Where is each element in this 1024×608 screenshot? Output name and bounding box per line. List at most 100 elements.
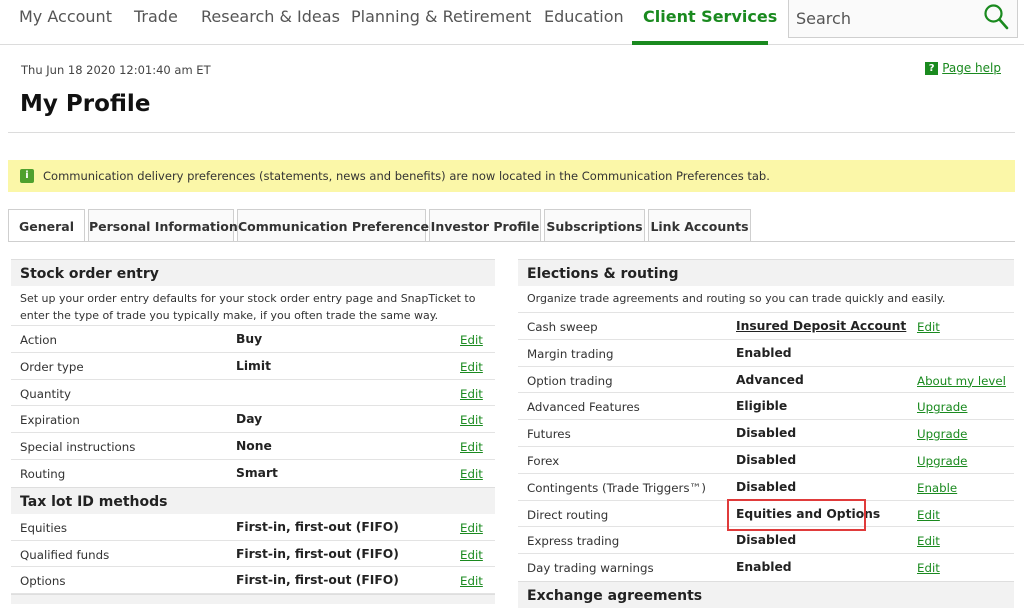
row-label: Direct routing bbox=[527, 507, 609, 522]
edit-link[interactable]: Edit bbox=[460, 521, 483, 535]
row-label: Special instructions bbox=[20, 440, 136, 455]
nav-my-account[interactable]: My Account bbox=[19, 0, 112, 45]
row-label: Margin trading bbox=[527, 346, 614, 361]
row-value: First-in, first-out (FIFO) bbox=[236, 519, 399, 534]
row-value: Advanced bbox=[736, 372, 804, 387]
search-input[interactable] bbox=[789, 0, 979, 36]
row-value: Disabled bbox=[736, 426, 797, 441]
edit-link[interactable]: Edit bbox=[460, 387, 483, 401]
left-panel: Stock order entry Set up your order entr… bbox=[11, 259, 495, 605]
section-title-elections-routing: Elections & routing bbox=[518, 259, 1014, 286]
table-row: Special instructions None Edit bbox=[11, 433, 495, 460]
table-row: Expiration Day Edit bbox=[11, 406, 495, 434]
table-row: Advanced Features Eligible Upgrade bbox=[518, 393, 1014, 421]
edit-link[interactable]: Edit bbox=[460, 574, 483, 588]
nav-client-services[interactable]: Client Services bbox=[643, 0, 777, 45]
section-description: Set up your order entry defaults for you… bbox=[11, 286, 495, 326]
row-label: Qualified funds bbox=[20, 547, 110, 562]
table-row: Express trading Disabled Edit bbox=[518, 527, 1014, 555]
search-icon[interactable] bbox=[983, 3, 1009, 31]
tab-general[interactable]: General bbox=[8, 209, 85, 242]
row-value: Disabled bbox=[736, 533, 797, 548]
page-title: My Profile bbox=[20, 91, 151, 117]
table-row: Options First-in, first-out (FIFO) Edit bbox=[11, 567, 495, 595]
edit-link[interactable]: Edit bbox=[460, 333, 483, 347]
upgrade-link[interactable]: Upgrade bbox=[917, 400, 967, 414]
page-help-label[interactable]: Page help bbox=[942, 61, 1001, 75]
row-label: Quantity bbox=[20, 386, 71, 401]
edit-link[interactable]: Edit bbox=[460, 413, 483, 427]
cash-sweep-value-link[interactable]: Insured Deposit Account bbox=[736, 319, 906, 333]
edit-link[interactable]: Edit bbox=[917, 534, 940, 548]
highlight-box bbox=[727, 498, 866, 531]
row-label: Contingents (Trade Triggers™) bbox=[527, 480, 706, 495]
table-row: Day trading warnings Enabled Edit bbox=[518, 554, 1014, 581]
row-label: Advanced Features bbox=[527, 400, 640, 415]
row-label: Cash sweep bbox=[527, 320, 598, 334]
row-label: Options bbox=[20, 574, 66, 589]
table-row: Quantity Edit bbox=[11, 380, 495, 407]
edit-link[interactable]: Edit bbox=[917, 561, 940, 575]
section-title-exchange-agreements: Exchange agreements bbox=[518, 580, 1014, 608]
row-value: Disabled bbox=[736, 479, 797, 494]
nav-education[interactable]: Education bbox=[544, 0, 624, 45]
table-row: Margin trading Enabled bbox=[518, 340, 1014, 367]
row-label: Forex bbox=[527, 453, 560, 468]
table-row: Direct routing Equities and Options Edit bbox=[518, 498, 1014, 531]
title-divider bbox=[8, 132, 1015, 133]
row-value: Enabled bbox=[736, 345, 792, 360]
right-panel: Elections & routing Organize trade agree… bbox=[518, 259, 1014, 608]
tab-subscriptions[interactable]: Subscriptions bbox=[544, 209, 645, 241]
row-value: Enabled bbox=[736, 560, 792, 575]
timestamp: Thu Jun 18 2020 12:01:40 am ET bbox=[21, 63, 211, 77]
nav-research-ideas[interactable]: Research & Ideas bbox=[201, 0, 340, 45]
row-label: Order type bbox=[20, 359, 84, 374]
help-icon: ? bbox=[925, 61, 939, 75]
nav-planning-retirement[interactable]: Planning & Retirement bbox=[351, 0, 531, 45]
edit-link[interactable]: Edit bbox=[917, 320, 940, 334]
edit-link[interactable]: Edit bbox=[460, 548, 483, 562]
table-row: Forex Disabled Upgrade bbox=[518, 447, 1014, 474]
row-value: Limit bbox=[236, 358, 271, 373]
edit-link[interactable]: Edit bbox=[917, 508, 940, 522]
tab-baseline bbox=[8, 241, 1015, 242]
table-row: Action Buy Edit bbox=[11, 326, 495, 353]
active-nav-indicator bbox=[632, 41, 768, 45]
row-value: None bbox=[236, 439, 272, 454]
section-title-stock-order-entry: Stock order entry bbox=[11, 259, 495, 286]
table-row: Futures Disabled Upgrade bbox=[518, 420, 1014, 447]
row-label: Day trading warnings bbox=[527, 561, 654, 576]
info-icon: i bbox=[20, 169, 34, 183]
row-label: Futures bbox=[527, 427, 571, 442]
upgrade-link[interactable]: Upgrade bbox=[917, 454, 967, 468]
row-label: Option trading bbox=[527, 373, 613, 388]
row-value: Smart bbox=[236, 465, 278, 480]
edit-link[interactable]: Edit bbox=[460, 440, 483, 454]
tab-investor-profile[interactable]: Investor Profile bbox=[429, 209, 541, 241]
tab-communication-preferences[interactable]: Communication Preferences bbox=[237, 209, 436, 241]
banner-text: Communication delivery preferences (stat… bbox=[43, 169, 770, 183]
edit-link[interactable]: Edit bbox=[460, 467, 483, 481]
row-value: Buy bbox=[236, 332, 263, 346]
table-row: Cash sweep Insured Deposit Account Edit bbox=[518, 313, 1014, 340]
row-value: Day bbox=[236, 412, 263, 427]
nav-trade[interactable]: Trade bbox=[134, 0, 178, 45]
page-help-link[interactable]: ? Page help bbox=[925, 61, 1001, 75]
tab-personal-information[interactable]: Personal Information bbox=[88, 209, 238, 241]
row-value: First-in, first-out (FIFO) bbox=[236, 573, 399, 588]
top-navigation: My Account Trade Research & Ideas Planni… bbox=[0, 0, 1024, 45]
row-value: First-in, first-out (FIFO) bbox=[236, 546, 399, 561]
table-row: Contingents (Trade Triggers™) Disabled E… bbox=[518, 474, 1014, 501]
tab-link-accounts[interactable]: Link Accounts bbox=[648, 209, 751, 241]
section-title-cut-off bbox=[11, 594, 495, 605]
about-my-level-link[interactable]: About my level bbox=[917, 374, 1006, 388]
section-title-tax-lot: Tax lot ID methods bbox=[11, 486, 495, 514]
upgrade-link[interactable]: Upgrade bbox=[917, 427, 967, 441]
edit-link[interactable]: Edit bbox=[460, 360, 483, 374]
row-label: Action bbox=[20, 333, 57, 347]
row-label: Express trading bbox=[527, 534, 620, 549]
row-value: Eligible bbox=[736, 399, 788, 414]
table-row: Qualified funds First-in, first-out (FIF… bbox=[11, 541, 495, 568]
row-label: Expiration bbox=[20, 413, 80, 428]
enable-link[interactable]: Enable bbox=[917, 481, 957, 495]
